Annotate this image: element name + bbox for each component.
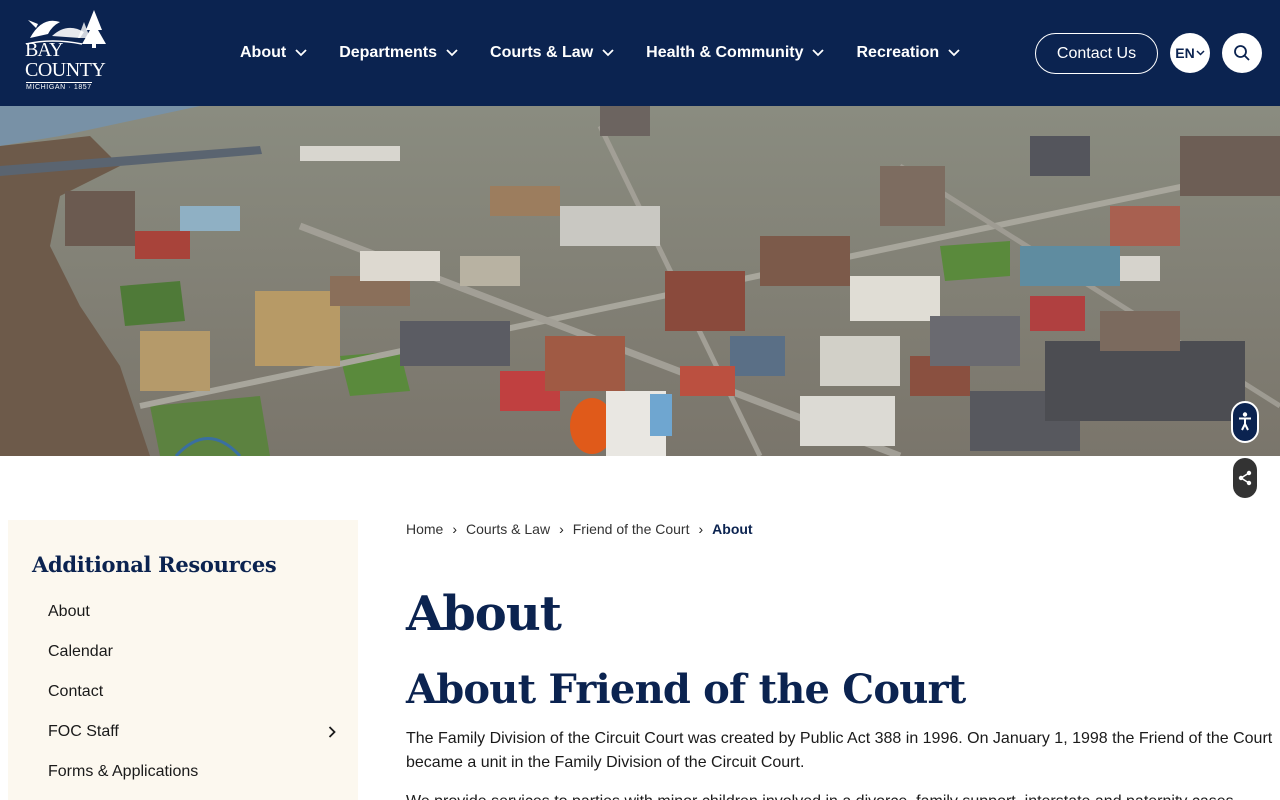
chevron-down-icon: [295, 49, 307, 57]
bay-county-logo[interactable]: BAY COUNTY MICHIGAN · 1857: [22, 8, 112, 94]
search-button[interactable]: [1222, 33, 1262, 73]
language-selector[interactable]: EN: [1170, 33, 1210, 73]
sidebar-list: About Calendar Contact FOC Staff Forms &…: [48, 592, 338, 792]
breadcrumb-separator: ›: [452, 521, 458, 537]
sidebar-item-label: FOC Staff: [48, 723, 119, 740]
share-icon: [1238, 470, 1252, 486]
section-heading: About Friend of the Court: [406, 666, 966, 713]
nav-item-label: Recreation: [856, 44, 940, 61]
nav-item-label: Departments: [339, 44, 438, 61]
language-label: EN: [1175, 45, 1195, 61]
nav-item-departments[interactable]: Departments: [323, 33, 474, 73]
sidebar-item-forms-applications[interactable]: Forms & Applications: [48, 752, 338, 792]
additional-resources-sidebar: Additional Resources About Calendar Cont…: [8, 520, 358, 800]
contact-us-button[interactable]: Contact Us: [1035, 33, 1158, 74]
chevron-right-icon[interactable]: [328, 726, 336, 738]
sidebar-item-label: Contact: [48, 683, 104, 700]
nav-item-health-community[interactable]: Health & Community: [630, 33, 840, 73]
breadcrumb-separator: ›: [559, 521, 564, 537]
nav-item-courts-law[interactable]: Courts & Law: [474, 33, 630, 73]
breadcrumb: Home › Courts & Law › Friend of the Cour…: [406, 521, 753, 537]
nav-item-label: About: [240, 44, 287, 61]
sidebar-item-label: About: [48, 603, 90, 620]
chevron-down-icon: [948, 49, 960, 57]
chevron-down-icon: [446, 49, 458, 57]
breadcrumb-home[interactable]: Home: [406, 521, 443, 537]
accessibility-button[interactable]: [1231, 401, 1259, 443]
search-icon: [1234, 45, 1250, 61]
sidebar-title: Additional Resources: [32, 552, 277, 577]
share-button[interactable]: [1233, 458, 1257, 498]
sidebar-item-label: Calendar: [48, 643, 113, 660]
breadcrumb-separator: ›: [698, 521, 704, 537]
contact-us-label: Contact Us: [1056, 44, 1137, 62]
logo-line2: COUNTY: [25, 59, 106, 81]
logo-tagline: MICHIGAN · 1857: [26, 82, 92, 91]
main-nav: About Departments Courts & Law Health & …: [224, 0, 976, 106]
accessibility-icon: [1239, 412, 1251, 431]
sidebar-item-about[interactable]: About: [48, 592, 338, 632]
nav-item-label: Courts & Law: [490, 44, 594, 61]
sidebar-item-foc-staff[interactable]: FOC Staff: [48, 712, 338, 752]
breadcrumb-current: About: [712, 521, 753, 537]
intro-paragraph: The Family Division of the Circuit Court…: [406, 730, 1273, 771]
nav-item-label: Health & Community: [646, 44, 804, 61]
breadcrumb-courts-law[interactable]: Courts & Law: [466, 521, 550, 537]
nav-item-recreation[interactable]: Recreation: [840, 33, 976, 73]
chevron-down-icon: [812, 49, 825, 57]
sidebar-item-label: Forms & Applications: [48, 763, 199, 780]
chevron-down-icon: [1196, 50, 1205, 56]
sidebar-item-contact[interactable]: Contact: [48, 672, 338, 712]
logo-line1: BAY: [25, 39, 63, 61]
page-title: About: [406, 586, 562, 642]
breadcrumb-friend-of-the-court[interactable]: Friend of the Court: [573, 521, 690, 537]
aerial-city-photo: [0, 106, 1280, 456]
services-paragraph: We provide services to parties with mino…: [406, 790, 1278, 800]
chevron-down-icon: [602, 49, 614, 57]
sidebar-item-calendar[interactable]: Calendar: [48, 632, 338, 672]
site-header: BAY COUNTY MICHIGAN · 1857 About Departm…: [0, 0, 1280, 106]
hero-aerial-image: [0, 106, 1280, 456]
nav-item-about[interactable]: About: [224, 33, 323, 73]
